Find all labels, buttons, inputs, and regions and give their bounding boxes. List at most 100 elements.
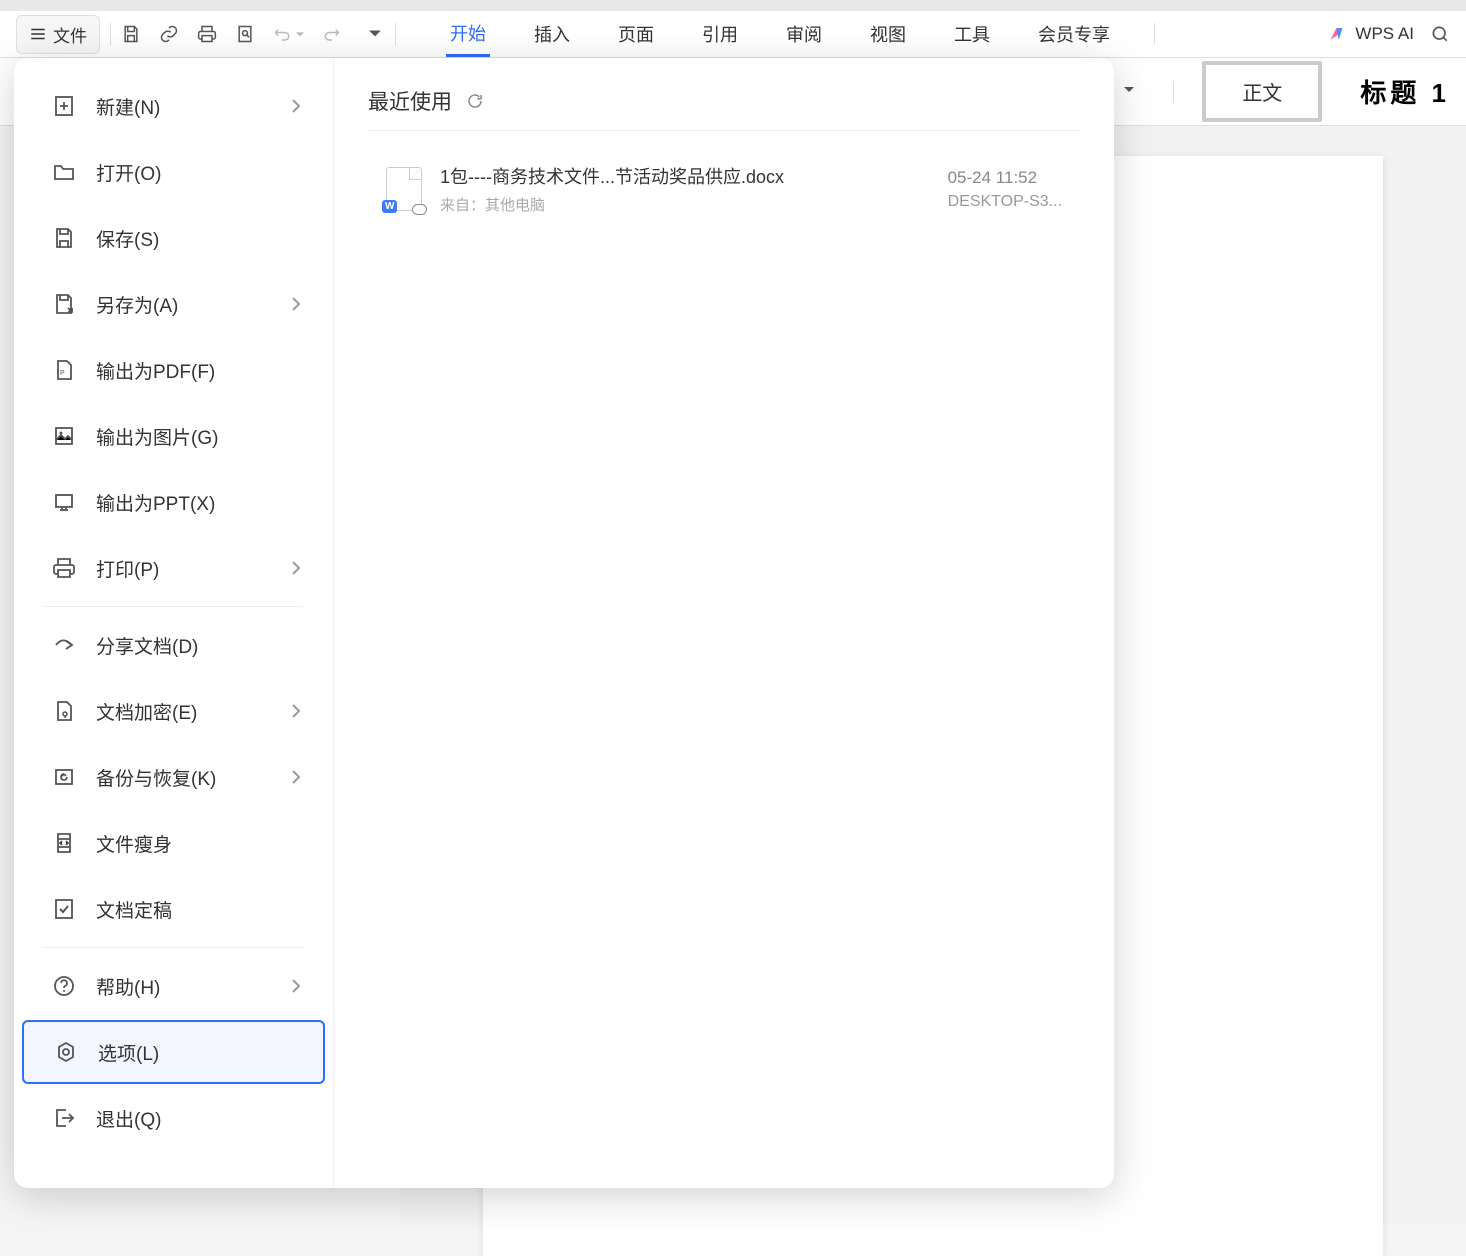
ribbon-tabs: 开始 插入 页面 引用 审阅 视图 工具 会员专享 [446, 12, 1114, 57]
backup-icon [52, 765, 76, 789]
menu-export-img[interactable]: 输出为图片(G) [22, 404, 325, 468]
chevron-right-icon [289, 297, 303, 311]
file-menu-button[interactable]: 文件 [16, 15, 100, 54]
wps-ai-button[interactable]: WPS AI [1329, 24, 1414, 44]
file-meta: 05-24 11:52 DESKTOP-S3... [948, 168, 1062, 211]
menu-export-pdf[interactable]: P 输出为PDF(F) [22, 338, 325, 402]
file-date: 05-24 11:52 [948, 168, 1062, 188]
separator [110, 23, 111, 45]
share-icon [52, 633, 76, 657]
undo-button[interactable] [273, 25, 305, 43]
menu-label: 帮助(H) [96, 973, 160, 1000]
menu-saveas[interactable]: 另存为(A) [22, 272, 325, 336]
menu-label: 打开(O) [96, 159, 161, 186]
file-name: 1包----商务技术文件...节活动奖品供应.docx [440, 163, 930, 189]
menu-slim[interactable]: 文件瘦身 [22, 811, 325, 875]
recent-title: 最近使用 [368, 86, 452, 116]
file-info: 1包----商务技术文件...节活动奖品供应.docx 来自：其他电脑 [440, 163, 930, 215]
recent-file-item[interactable]: W 1包----商务技术文件...节活动奖品供应.docx 来自：其他电脑 05… [368, 151, 1080, 227]
file-host: DESKTOP-S3... [948, 193, 1062, 211]
menu-encrypt[interactable]: 文档加密(E) [22, 679, 325, 743]
menu-label: 文件瘦身 [96, 830, 172, 857]
help-icon [52, 974, 76, 998]
docx-file-icon: W [386, 167, 422, 211]
menu-label: 另存为(A) [96, 291, 178, 318]
separator [1173, 81, 1174, 103]
check-icon [52, 897, 76, 921]
tab-tools[interactable]: 工具 [950, 13, 994, 55]
main-toolbar: 文件 开始 插入 页面 引用 审阅 视图 工具 会员专享 WPS AI [0, 11, 1466, 58]
more-dropdown[interactable] [365, 24, 385, 44]
redo-icon [323, 25, 341, 43]
menu-new[interactable]: 新建(N) [22, 74, 325, 138]
menu-open[interactable]: 打开(O) [22, 140, 325, 204]
file-label: 文件 [53, 22, 87, 47]
menu-label: 备份与恢复(K) [96, 764, 216, 791]
menu-print[interactable]: 打印(P) [22, 536, 325, 600]
menu-label: 文档加密(E) [96, 698, 197, 725]
tab-view[interactable]: 视图 [866, 13, 910, 55]
menu-backup[interactable]: 备份与恢复(K) [22, 745, 325, 809]
menu-label: 退出(Q) [96, 1105, 161, 1132]
menu-label: 输出为PDF(F) [96, 357, 215, 384]
link-icon[interactable] [159, 24, 179, 44]
ppt-export-icon [52, 490, 76, 514]
new-icon [52, 94, 76, 118]
tab-vip[interactable]: 会员专享 [1034, 13, 1114, 55]
save-icon [52, 226, 76, 250]
separator [1154, 23, 1155, 45]
chevron-right-icon [289, 979, 303, 993]
print-icon [52, 556, 76, 580]
saveas-icon [52, 292, 76, 316]
print-icon[interactable] [197, 24, 217, 44]
tab-review[interactable]: 审阅 [782, 13, 826, 55]
menu-label: 分享文档(D) [96, 632, 198, 659]
file-source: 来自：其他电脑 [440, 194, 930, 215]
menu-options[interactable]: 选项(L) [22, 1020, 325, 1084]
style-heading1[interactable]: 标题 1 [1360, 73, 1450, 110]
ai-logo-icon [1329, 25, 1347, 43]
slim-icon [52, 831, 76, 855]
wps-ai-label: WPS AI [1355, 24, 1414, 44]
pdf-icon: P [52, 358, 76, 382]
exit-icon [52, 1106, 76, 1130]
svg-text:P: P [60, 370, 65, 377]
search-icon[interactable] [1430, 24, 1450, 44]
redo-button[interactable] [323, 25, 341, 43]
chevron-right-icon [289, 99, 303, 113]
recent-panel: 最近使用 W 1包----商务技术文件...节活动奖品供应.docx 来自：其他… [334, 58, 1114, 1188]
style-normal[interactable]: 正文 [1202, 61, 1322, 122]
folder-icon [52, 160, 76, 184]
tab-page[interactable]: 页面 [614, 13, 658, 55]
menu-help[interactable]: 帮助(H) [22, 954, 325, 1018]
menu-finalize[interactable]: 文档定稿 [22, 877, 325, 941]
chevron-down-icon [295, 30, 305, 38]
menu-exit[interactable]: 退出(Q) [22, 1086, 325, 1150]
menu-save[interactable]: 保存(S) [22, 206, 325, 270]
recent-header: 最近使用 [368, 86, 1080, 131]
separator [395, 23, 396, 45]
chevron-right-icon [289, 561, 303, 575]
refresh-icon[interactable] [466, 92, 484, 110]
file-menu-sidebar: 新建(N) 打开(O) 保存(S) 另存为(A) P 输出为PDF(F) 输出为… [14, 58, 334, 1188]
menu-export-ppt[interactable]: 输出为PPT(X) [22, 470, 325, 534]
menu-label: 保存(S) [96, 225, 159, 252]
menu-share[interactable]: 分享文档(D) [22, 613, 325, 677]
menu-label: 文档定稿 [96, 896, 172, 923]
menu-label: 选项(L) [98, 1039, 159, 1066]
file-menu-panel: 新建(N) 打开(O) 保存(S) 另存为(A) P 输出为PDF(F) 输出为… [14, 58, 1114, 1188]
menu-label: 打印(P) [96, 555, 159, 582]
preview-icon[interactable] [235, 24, 255, 44]
more-styles-dropdown[interactable] [1123, 81, 1145, 103]
chevron-right-icon [289, 704, 303, 718]
divider [44, 947, 303, 948]
save-icon[interactable] [121, 24, 141, 44]
tab-start[interactable]: 开始 [446, 12, 490, 57]
menu-label: 新建(N) [96, 93, 160, 120]
divider [44, 606, 303, 607]
menu-icon [29, 25, 47, 43]
tab-insert[interactable]: 插入 [530, 13, 574, 55]
window-titlebar [0, 0, 1466, 11]
tab-refs[interactable]: 引用 [698, 13, 742, 55]
settings-icon [54, 1040, 78, 1064]
